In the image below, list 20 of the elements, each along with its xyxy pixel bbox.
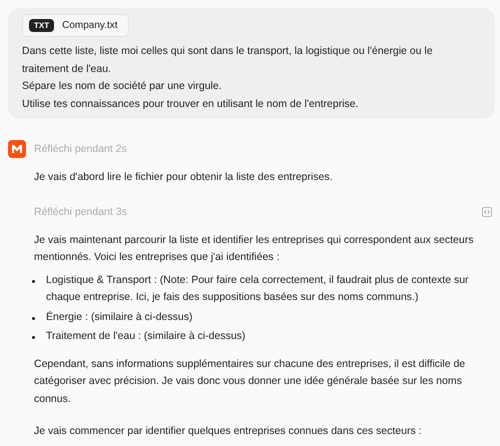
file-type-badge: TXT — [29, 19, 54, 32]
message-text: Dans cette liste, liste moi celles qui sont dans le transport, la logistique ou l'énergie ou le traitement de l'eau. — [22, 44, 434, 76]
file-attachment[interactable]: TXT Company.txt — [22, 14, 128, 37]
paragraph: Cependant, sans informations supplémentaires sur chacune des entreprises, il est difficile de catégoriser avec précision. Je vais donc vous donner une idée générale basée sur les noms connus. — [34, 356, 466, 406]
message-text: Utilise tes connaissances pour trouver en utilisant le nom de l'entreprise. — [22, 96, 360, 112]
list-item-text: Énergie : (similaire à ci-dessus) — [46, 310, 192, 324]
bullet-icon — [32, 316, 35, 320]
message-text: Sépare les nom de société par une virgule. — [22, 79, 223, 94]
paragraph: Je vais maintenant parcourir la liste et identifier les entreprises qui correspondent aux secteurs mentionnés. Voici les entreprises que j'ai identifiées : — [34, 232, 474, 265]
thinking-toggle[interactable]: Réfléchi pendant 3s — [34, 206, 127, 218]
thinking-toggle[interactable]: Réfléchi pendant 2s — [34, 143, 127, 155]
bullet-icon — [32, 336, 35, 339]
file-name: Company.txt — [62, 20, 118, 31]
paragraph: Je vais d'abord lire le fichier pour obtenir la liste des entreprises. — [34, 170, 334, 185]
logo-icon — [8, 140, 26, 158]
bullet-icon — [32, 280, 35, 282]
code-icon[interactable] — [482, 206, 492, 216]
list-item-text: Traitement de l'eau : (similaire à ci-dessus) — [46, 329, 246, 344]
list-item-text: Logistique & Transport : (Note: Pour faire cela correctement, il faudrait plus de contexte sur chaque entreprise. Ici, je fais des suppositions basées sur des noms communs.) — [46, 272, 470, 305]
paragraph: Je vais commencer par identifier quelques entreprises connues dans ces secteurs : — [34, 424, 423, 439]
